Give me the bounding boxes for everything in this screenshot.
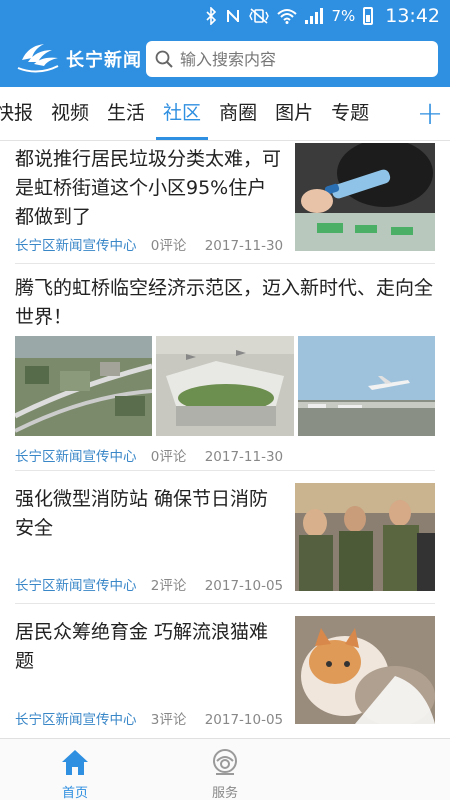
nav-home[interactable]: 首页 xyxy=(35,739,115,800)
news-title[interactable]: 腾飞的虹桥临空经济示范区，迈入新时代、走向全世界！ xyxy=(15,274,435,332)
tab-strip: 快报 视频 生活 社区 商圈 图片 专题 xyxy=(0,87,378,140)
search-input[interactable] xyxy=(180,49,420,69)
plus-icon: + xyxy=(416,94,444,132)
news-item[interactable]: 强化微型消防站 确保节日消防安全 长宁区新闻宣传中心 2评论 2017-10-0… xyxy=(15,471,435,604)
battery-percent: 7% xyxy=(331,7,356,25)
news-thumbnail[interactable] xyxy=(295,616,435,724)
search-icon xyxy=(155,50,173,68)
comment-count: 3评论 xyxy=(150,712,187,728)
tab-business[interactable]: 商圈 xyxy=(210,87,266,140)
category-tabs: 快报 视频 生活 社区 商圈 图片 专题 + xyxy=(0,87,450,141)
tab-fade xyxy=(388,87,412,140)
comment-count: 0评论 xyxy=(150,449,187,465)
bottom-nav: 首页 服务 xyxy=(0,738,450,800)
news-date: 2017-11-30 xyxy=(204,449,284,465)
news-date: 2017-10-05 xyxy=(204,578,284,594)
app-title: 长宁新闻 xyxy=(66,50,142,71)
comment-count: 0评论 xyxy=(150,238,187,254)
news-meta: 长宁区新闻宣传中心 0评论 2017-11-30 xyxy=(15,445,283,465)
news-meta: 长宁区新闻宣传中心 3评论 2017-10-05 xyxy=(15,708,283,728)
tab-community[interactable]: 社区 xyxy=(154,87,210,140)
nav-service-label: 服务 xyxy=(211,786,238,800)
bluetooth-icon xyxy=(206,7,217,25)
tab-kuaibao[interactable]: 快报 xyxy=(0,87,42,140)
search-box[interactable] xyxy=(146,41,438,77)
tab-pictures[interactable]: 图片 xyxy=(266,87,322,140)
news-thumbnail[interactable] xyxy=(295,143,435,251)
news-meta: 长宁区新闻宣传中心 2评论 2017-10-05 xyxy=(15,574,283,594)
news-image-1[interactable] xyxy=(15,336,152,436)
news-thumbnail[interactable] xyxy=(295,483,435,591)
news-date: 2017-11-30 xyxy=(204,238,284,254)
news-meta: 长宁区新闻宣传中心 0评论 2017-11-30 xyxy=(15,234,283,254)
nav-service[interactable]: 服务 xyxy=(185,739,265,800)
news-title[interactable]: 都说推行居民垃圾分类太难，可是虹桥街道这个小区95%住户都做到了 xyxy=(15,145,283,232)
tab-video[interactable]: 视频 xyxy=(42,87,98,140)
wifi-icon xyxy=(277,9,298,24)
news-item[interactable]: 都说推行居民垃圾分类太难，可是虹桥街道这个小区95%住户都做到了 长宁区新闻宣传… xyxy=(15,141,435,264)
home-icon xyxy=(62,750,88,775)
news-date: 2017-10-05 xyxy=(204,712,284,728)
battery-charging-icon xyxy=(363,7,374,25)
news-item[interactable]: 腾飞的虹桥临空经济示范区，迈入新时代、走向全世界！ 长宁区新闻宣传中心 0评论 … xyxy=(15,264,435,471)
app-header: 长宁新闻 xyxy=(0,32,450,87)
news-source: 长宁区新闻宣传中心 xyxy=(15,578,137,594)
news-source: 长宁区新闻宣传中心 xyxy=(15,449,137,465)
status-time: 13:42 xyxy=(385,5,440,27)
news-image-2[interactable] xyxy=(156,336,294,436)
service-icon xyxy=(213,749,237,775)
vibrate-icon xyxy=(249,8,270,24)
add-tab-button[interactable]: + xyxy=(410,87,450,140)
changning-logo-icon xyxy=(17,44,59,73)
comment-count: 2评论 xyxy=(150,578,187,594)
news-source: 长宁区新闻宣传中心 xyxy=(15,238,137,254)
status-bar: 7% 13:42 xyxy=(0,0,450,32)
news-item[interactable]: 居民众筹绝育金 巧解流浪猫难题 长宁区新闻宣传中心 3评论 2017-10-05 xyxy=(15,604,435,738)
news-feed[interactable]: 都说推行居民垃圾分类太难，可是虹桥街道这个小区95%住户都做到了 长宁区新闻宣传… xyxy=(0,141,450,738)
news-title[interactable]: 居民众筹绝育金 巧解流浪猫难题 xyxy=(15,618,283,676)
signal-icon xyxy=(305,8,324,24)
nav-home-label: 首页 xyxy=(61,786,88,800)
news-title[interactable]: 强化微型消防站 确保节日消防安全 xyxy=(15,485,283,543)
news-source: 长宁区新闻宣传中心 xyxy=(15,712,137,728)
nfc-icon xyxy=(227,10,240,22)
tab-life[interactable]: 生活 xyxy=(98,87,154,140)
status-icons: 7% 13:42 xyxy=(205,4,440,28)
tab-topics[interactable]: 专题 xyxy=(322,87,378,140)
news-image-3[interactable] xyxy=(298,336,435,436)
